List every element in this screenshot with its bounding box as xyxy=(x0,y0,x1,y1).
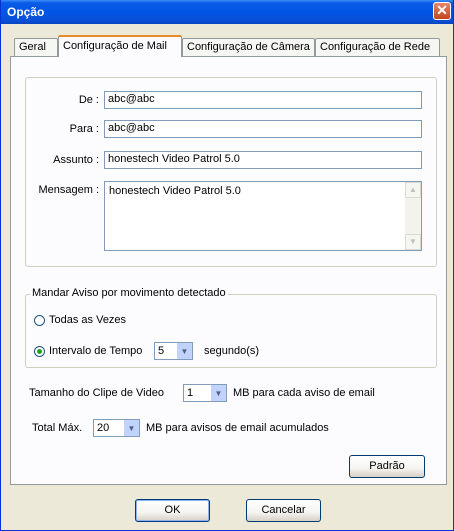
clip-size-select[interactable]: 1 ▼ xyxy=(183,384,227,402)
radio-interval[interactable] xyxy=(34,346,45,357)
total-max-value: 20 xyxy=(97,422,110,434)
tab-geral[interactable]: Geral xyxy=(14,38,58,56)
scroll-down-icon[interactable]: ▼ xyxy=(405,234,421,250)
tab-configuracao-de-rede[interactable]: Configuração de Rede xyxy=(315,38,440,56)
title-bar[interactable]: Opção ✕ xyxy=(1,0,453,24)
close-icon: ✕ xyxy=(436,2,448,18)
total-max-unit: MB para avisos de email acumulados xyxy=(146,422,329,434)
interval-unit: segundo(s) xyxy=(204,345,260,357)
window-title: Opção xyxy=(7,5,45,19)
from-label: De : xyxy=(78,94,99,106)
subject-label: Assunto : xyxy=(53,154,99,166)
tab-configuracao-de-mail[interactable]: Configuração de Mail xyxy=(58,35,182,57)
message-text: honestech Video Patrol 5.0 xyxy=(109,185,241,197)
tab-panel-mail: De : abc@abc Para : abc@abc Assunto : ho… xyxy=(10,56,447,485)
cancel-button[interactable]: Cancelar xyxy=(246,499,321,522)
tab-configuracao-de-camera[interactable]: Configuração de Câmera xyxy=(182,38,315,56)
radio-always-label[interactable]: Todas as Vezes xyxy=(49,314,126,326)
radio-always[interactable] xyxy=(34,315,45,326)
ok-button[interactable]: OK xyxy=(135,499,210,522)
subject-field[interactable]: honestech Video Patrol 5.0 xyxy=(104,151,422,169)
mail-fields-group: De : abc@abc Para : abc@abc Assunto : ho… xyxy=(25,77,437,267)
total-max-label: Total Máx. xyxy=(32,422,83,434)
radio-interval-label[interactable]: Intervalo de Tempo xyxy=(49,345,142,357)
from-field[interactable]: abc@abc xyxy=(104,91,422,109)
close-button[interactable]: ✕ xyxy=(433,2,451,20)
alert-group: Mandar Aviso por movimento detectado Tod… xyxy=(25,287,437,368)
message-label: Mensagem : xyxy=(38,184,99,196)
interval-value: 5 xyxy=(158,345,165,357)
alert-group-title: Mandar Aviso por movimento detectado xyxy=(30,287,228,299)
chevron-down-icon[interactable]: ▼ xyxy=(211,385,226,401)
scroll-up-icon[interactable]: ▲ xyxy=(405,182,421,198)
interval-select[interactable]: 5 ▼ xyxy=(154,342,193,360)
chevron-down-icon[interactable]: ▼ xyxy=(177,343,192,359)
options-dialog: Opção ✕ Geral Configuração de Mail Confi… xyxy=(0,0,454,531)
message-scrollbar[interactable]: ▲ ▼ xyxy=(405,182,421,250)
chevron-down-icon[interactable]: ▼ xyxy=(124,420,139,436)
clip-size-label: Tamanho do Clipe de Video xyxy=(29,387,164,399)
radio-selected-dot xyxy=(37,349,42,354)
message-textarea[interactable]: honestech Video Patrol 5.0 ▲ ▼ xyxy=(104,181,422,251)
total-max-select[interactable]: 20 ▼ xyxy=(93,419,140,437)
to-label: Para : xyxy=(69,123,99,135)
clip-size-value: 1 xyxy=(187,387,194,399)
to-field[interactable]: abc@abc xyxy=(104,120,422,138)
clip-size-unit: MB para cada aviso de email xyxy=(233,387,375,399)
default-button[interactable]: Padrão xyxy=(349,455,425,478)
